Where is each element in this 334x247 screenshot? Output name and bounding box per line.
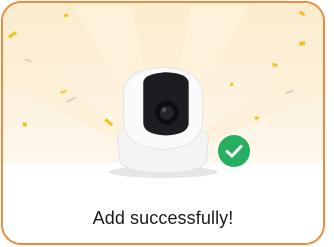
success-check-icon — [218, 135, 250, 167]
success-dialog: Add successfully! — [1, 1, 325, 245]
success-message: Add successfully! — [92, 208, 234, 228]
security-camera-icon — [108, 66, 218, 178]
